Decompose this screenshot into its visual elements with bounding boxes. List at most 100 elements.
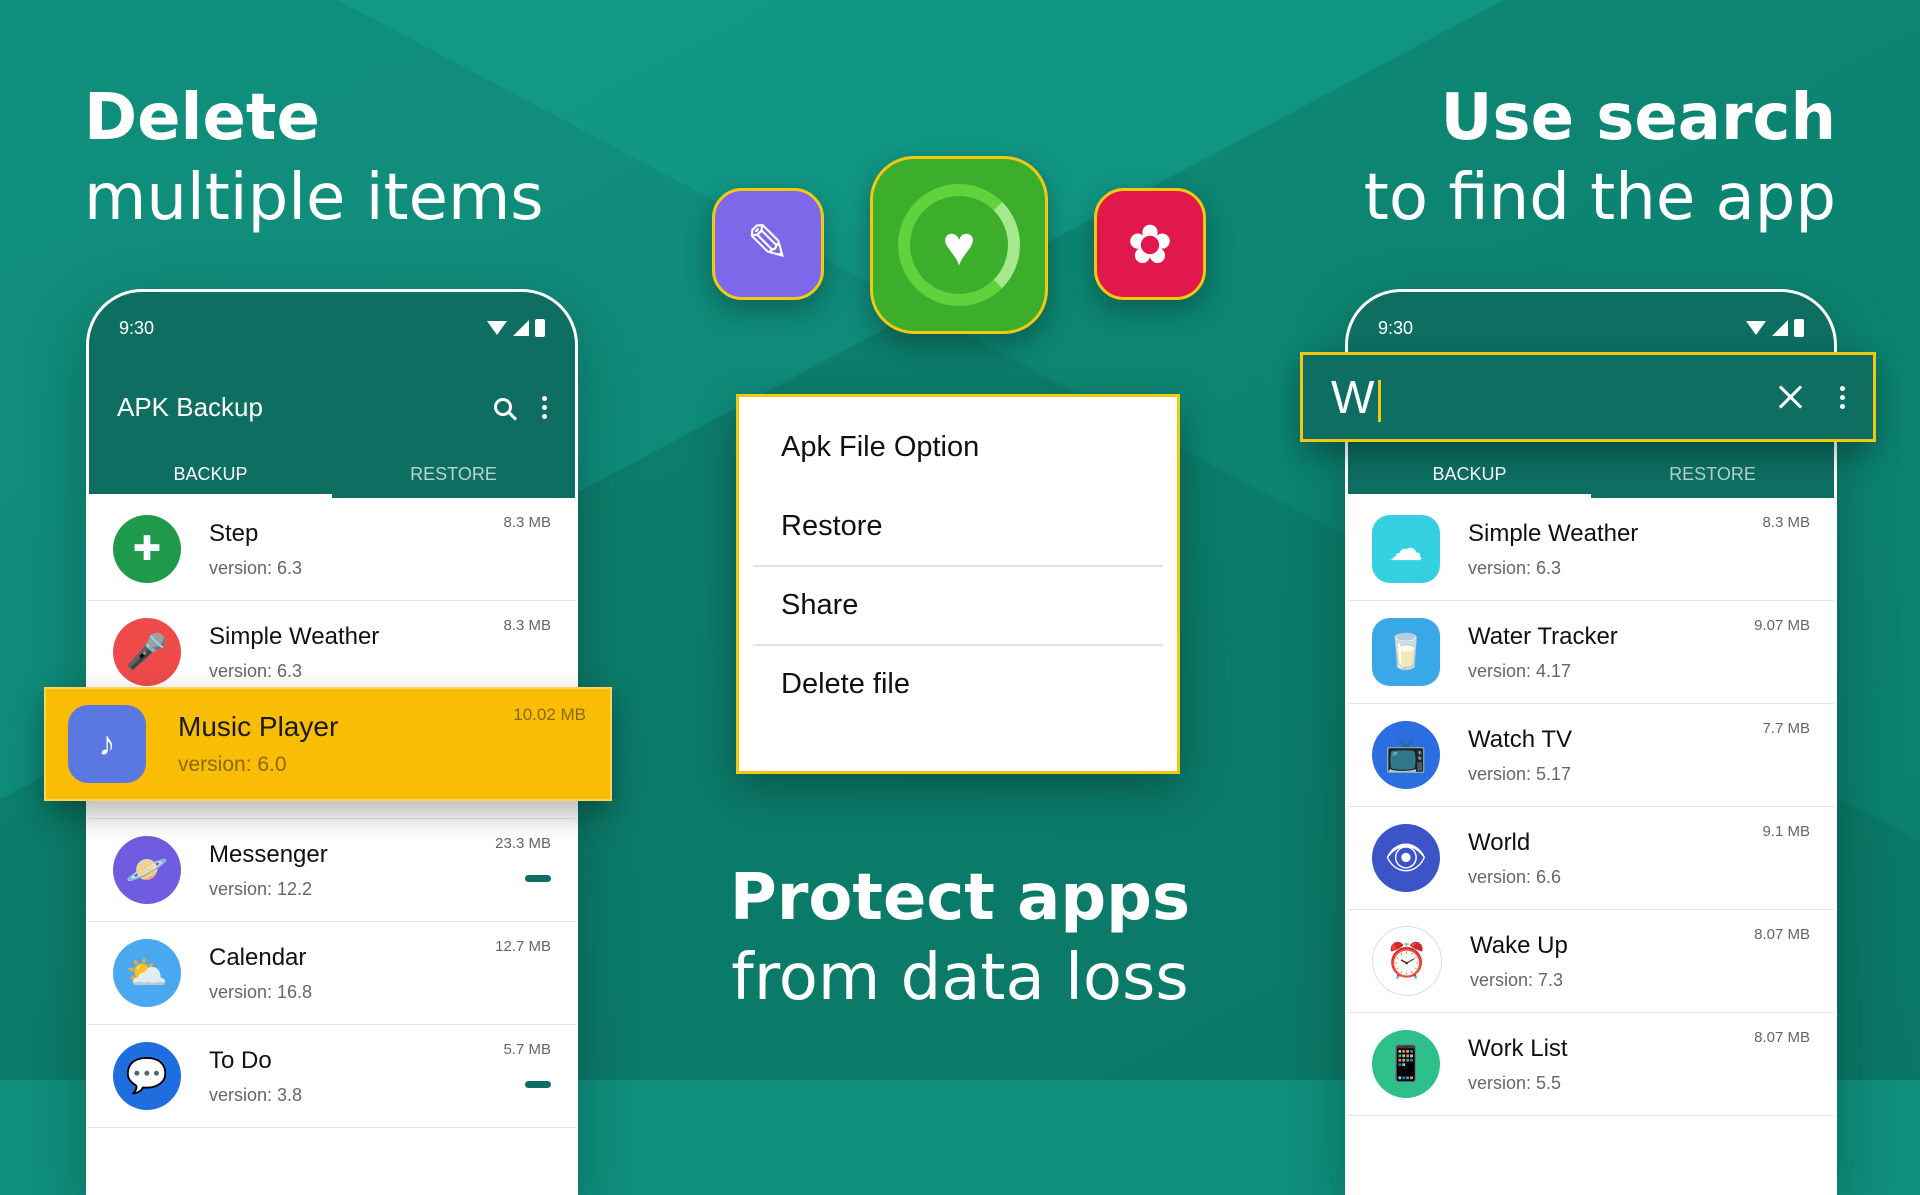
item-name: World	[1468, 828, 1531, 856]
cloud-icon: ☁	[1372, 515, 1440, 583]
list-item[interactable]: 📱 Work List version: 5.5 8.07 MB	[1348, 1013, 1834, 1116]
list-item[interactable]: ☁ Simple Weather version: 6.3 8.3 MB	[1348, 498, 1834, 601]
flower-app-badge: ✿	[1094, 188, 1206, 300]
item-size: 23.3 MB	[495, 835, 551, 852]
app-list: ✚ Step version: 6.3 8.3 MB 🎤 Simple Weat…	[89, 498, 575, 1128]
wifi-icon	[1746, 321, 1766, 335]
planet-icon: 🪐	[113, 836, 181, 904]
menu-item-restore[interactable]: Restore	[753, 488, 1163, 567]
battery-icon	[1794, 319, 1804, 337]
heart-icon: ♥	[942, 213, 976, 277]
more-vert-icon[interactable]	[1840, 385, 1845, 409]
search-bar: W	[1300, 352, 1876, 442]
menu-title: Apk File Option	[781, 431, 980, 463]
headline-left-bold: Delete	[84, 81, 320, 155]
wifi-icon	[487, 321, 507, 335]
item-size: 12.7 MB	[495, 938, 551, 955]
item-version: version: 6.6	[1468, 866, 1562, 887]
item-version: version: 6.3	[1468, 557, 1562, 578]
headline-right-regular: to find the app	[1363, 161, 1836, 235]
app-title: APK Backup	[117, 391, 263, 422]
chat-icon: 💬	[113, 1042, 181, 1110]
tab-bar: BACKUP RESTORE	[1348, 450, 1834, 498]
item-name: Step	[209, 519, 259, 547]
item-size: 8.07 MB	[1754, 1029, 1810, 1046]
app-bar: APK Backup	[89, 364, 575, 450]
signal-icon	[1772, 320, 1788, 336]
clock-icon: ⏰	[1372, 926, 1442, 996]
headline-right-bold: Use search	[1440, 81, 1837, 155]
list-item[interactable]: ⛅ Calendar version: 16.8 12.7 MB	[89, 922, 575, 1025]
item-version: version: 5.17	[1468, 763, 1572, 784]
more-vert-icon[interactable]	[542, 395, 547, 419]
item-size: 8.07 MB	[1754, 926, 1810, 943]
heart-app-badge: ♥	[870, 156, 1048, 334]
progress-ring-icon: ♥	[898, 184, 1020, 306]
item-version: version: 12.2	[209, 878, 313, 899]
list-item[interactable]: 🪐 Messenger version: 12.2 23.3 MB	[89, 819, 575, 922]
tab-restore[interactable]: RESTORE	[332, 450, 575, 498]
headline-center: Protect apps from data loss	[690, 858, 1230, 1018]
status-icons	[487, 319, 545, 337]
headline-center-regular: from data loss	[731, 941, 1189, 1015]
list-item[interactable]: 📺 Watch TV version: 5.17 7.7 MB	[1348, 704, 1834, 807]
item-size: 7.7 MB	[1762, 720, 1810, 737]
status-bar: 9:30	[89, 292, 575, 364]
menu-item-share[interactable]: Share	[753, 567, 1163, 646]
selected-list-item-music-player[interactable]: ♪ Music Player version: 6.0 10.02 MB	[44, 687, 612, 801]
item-version: version: 4.17	[1468, 660, 1572, 681]
headline-right: Use search to find the app	[1364, 78, 1836, 238]
menu-item-delete-file[interactable]: Delete file	[753, 646, 1163, 723]
item-version: version: 7.3	[1470, 969, 1564, 990]
progress-bar	[525, 1081, 551, 1088]
list-item[interactable]: 👁 World version: 6.6 9.1 MB	[1348, 807, 1834, 910]
list-item[interactable]: ⏰ Wake Up version: 7.3 8.07 MB	[1348, 910, 1834, 1013]
progress-bar	[525, 875, 551, 882]
headline-center-bold: Protect apps	[729, 861, 1191, 935]
microphone-icon: 🎤	[113, 618, 181, 686]
search-icon[interactable]	[494, 398, 512, 416]
glass-icon: 🥛	[1372, 618, 1440, 686]
item-version: version: 16.8	[209, 981, 313, 1002]
status-icons	[1746, 319, 1804, 337]
music-note-icon: ♪	[68, 705, 146, 783]
item-size: 8.3 MB	[503, 617, 551, 634]
item-version: version: 6.3	[209, 557, 303, 578]
list-item[interactable]: ✚ Step version: 6.3 8.3 MB	[89, 498, 575, 601]
tab-bar: BACKUP RESTORE	[89, 450, 575, 498]
item-name: To Do	[209, 1046, 272, 1074]
tv-icon: 📺	[1372, 721, 1440, 789]
list-item[interactable]: 💬 To Do version: 3.8 5.7 MB	[89, 1025, 575, 1128]
pencil-icon: ✎	[746, 215, 790, 273]
tab-backup[interactable]: BACKUP	[1348, 450, 1591, 498]
item-size: 5.7 MB	[503, 1041, 551, 1058]
tab-restore[interactable]: RESTORE	[1591, 450, 1834, 498]
status-time: 9:30	[1378, 317, 1414, 338]
item-size: 10.02 MB	[513, 705, 586, 724]
item-version: version: 6.0	[178, 753, 287, 776]
battery-icon	[535, 319, 545, 337]
item-name: Simple Weather	[1468, 519, 1639, 547]
item-version: version: 6.3	[209, 660, 303, 681]
item-size: 8.3 MB	[1762, 514, 1810, 531]
item-name: Watch TV	[1468, 725, 1573, 753]
close-icon[interactable]	[1778, 384, 1804, 410]
headline-left: Delete multiple items	[84, 78, 544, 238]
sun-cloud-icon: ⛅	[113, 939, 181, 1007]
accessibility-icon: ✚	[113, 515, 181, 583]
headline-left-regular: multiple items	[84, 161, 544, 235]
list-item[interactable]: 🥛 Water Tracker version: 4.17 9.07 MB	[1348, 601, 1834, 704]
item-size: 8.3 MB	[503, 514, 551, 531]
apk-file-option-menu: Apk File Option Restore Share Delete fil…	[736, 394, 1180, 774]
item-size: 9.1 MB	[1762, 823, 1810, 840]
flower-icon: ✿	[1127, 214, 1173, 275]
item-name: Simple Weather	[209, 622, 380, 650]
pencil-app-badge: ✎	[712, 188, 824, 300]
tab-backup[interactable]: BACKUP	[89, 450, 332, 498]
status-time: 9:30	[119, 317, 155, 338]
signal-icon	[513, 320, 529, 336]
item-version: version: 5.5	[1468, 1072, 1562, 1093]
item-size: 9.07 MB	[1754, 617, 1810, 634]
search-input[interactable]: W	[1331, 370, 1778, 424]
item-version: version: 3.8	[209, 1084, 303, 1105]
